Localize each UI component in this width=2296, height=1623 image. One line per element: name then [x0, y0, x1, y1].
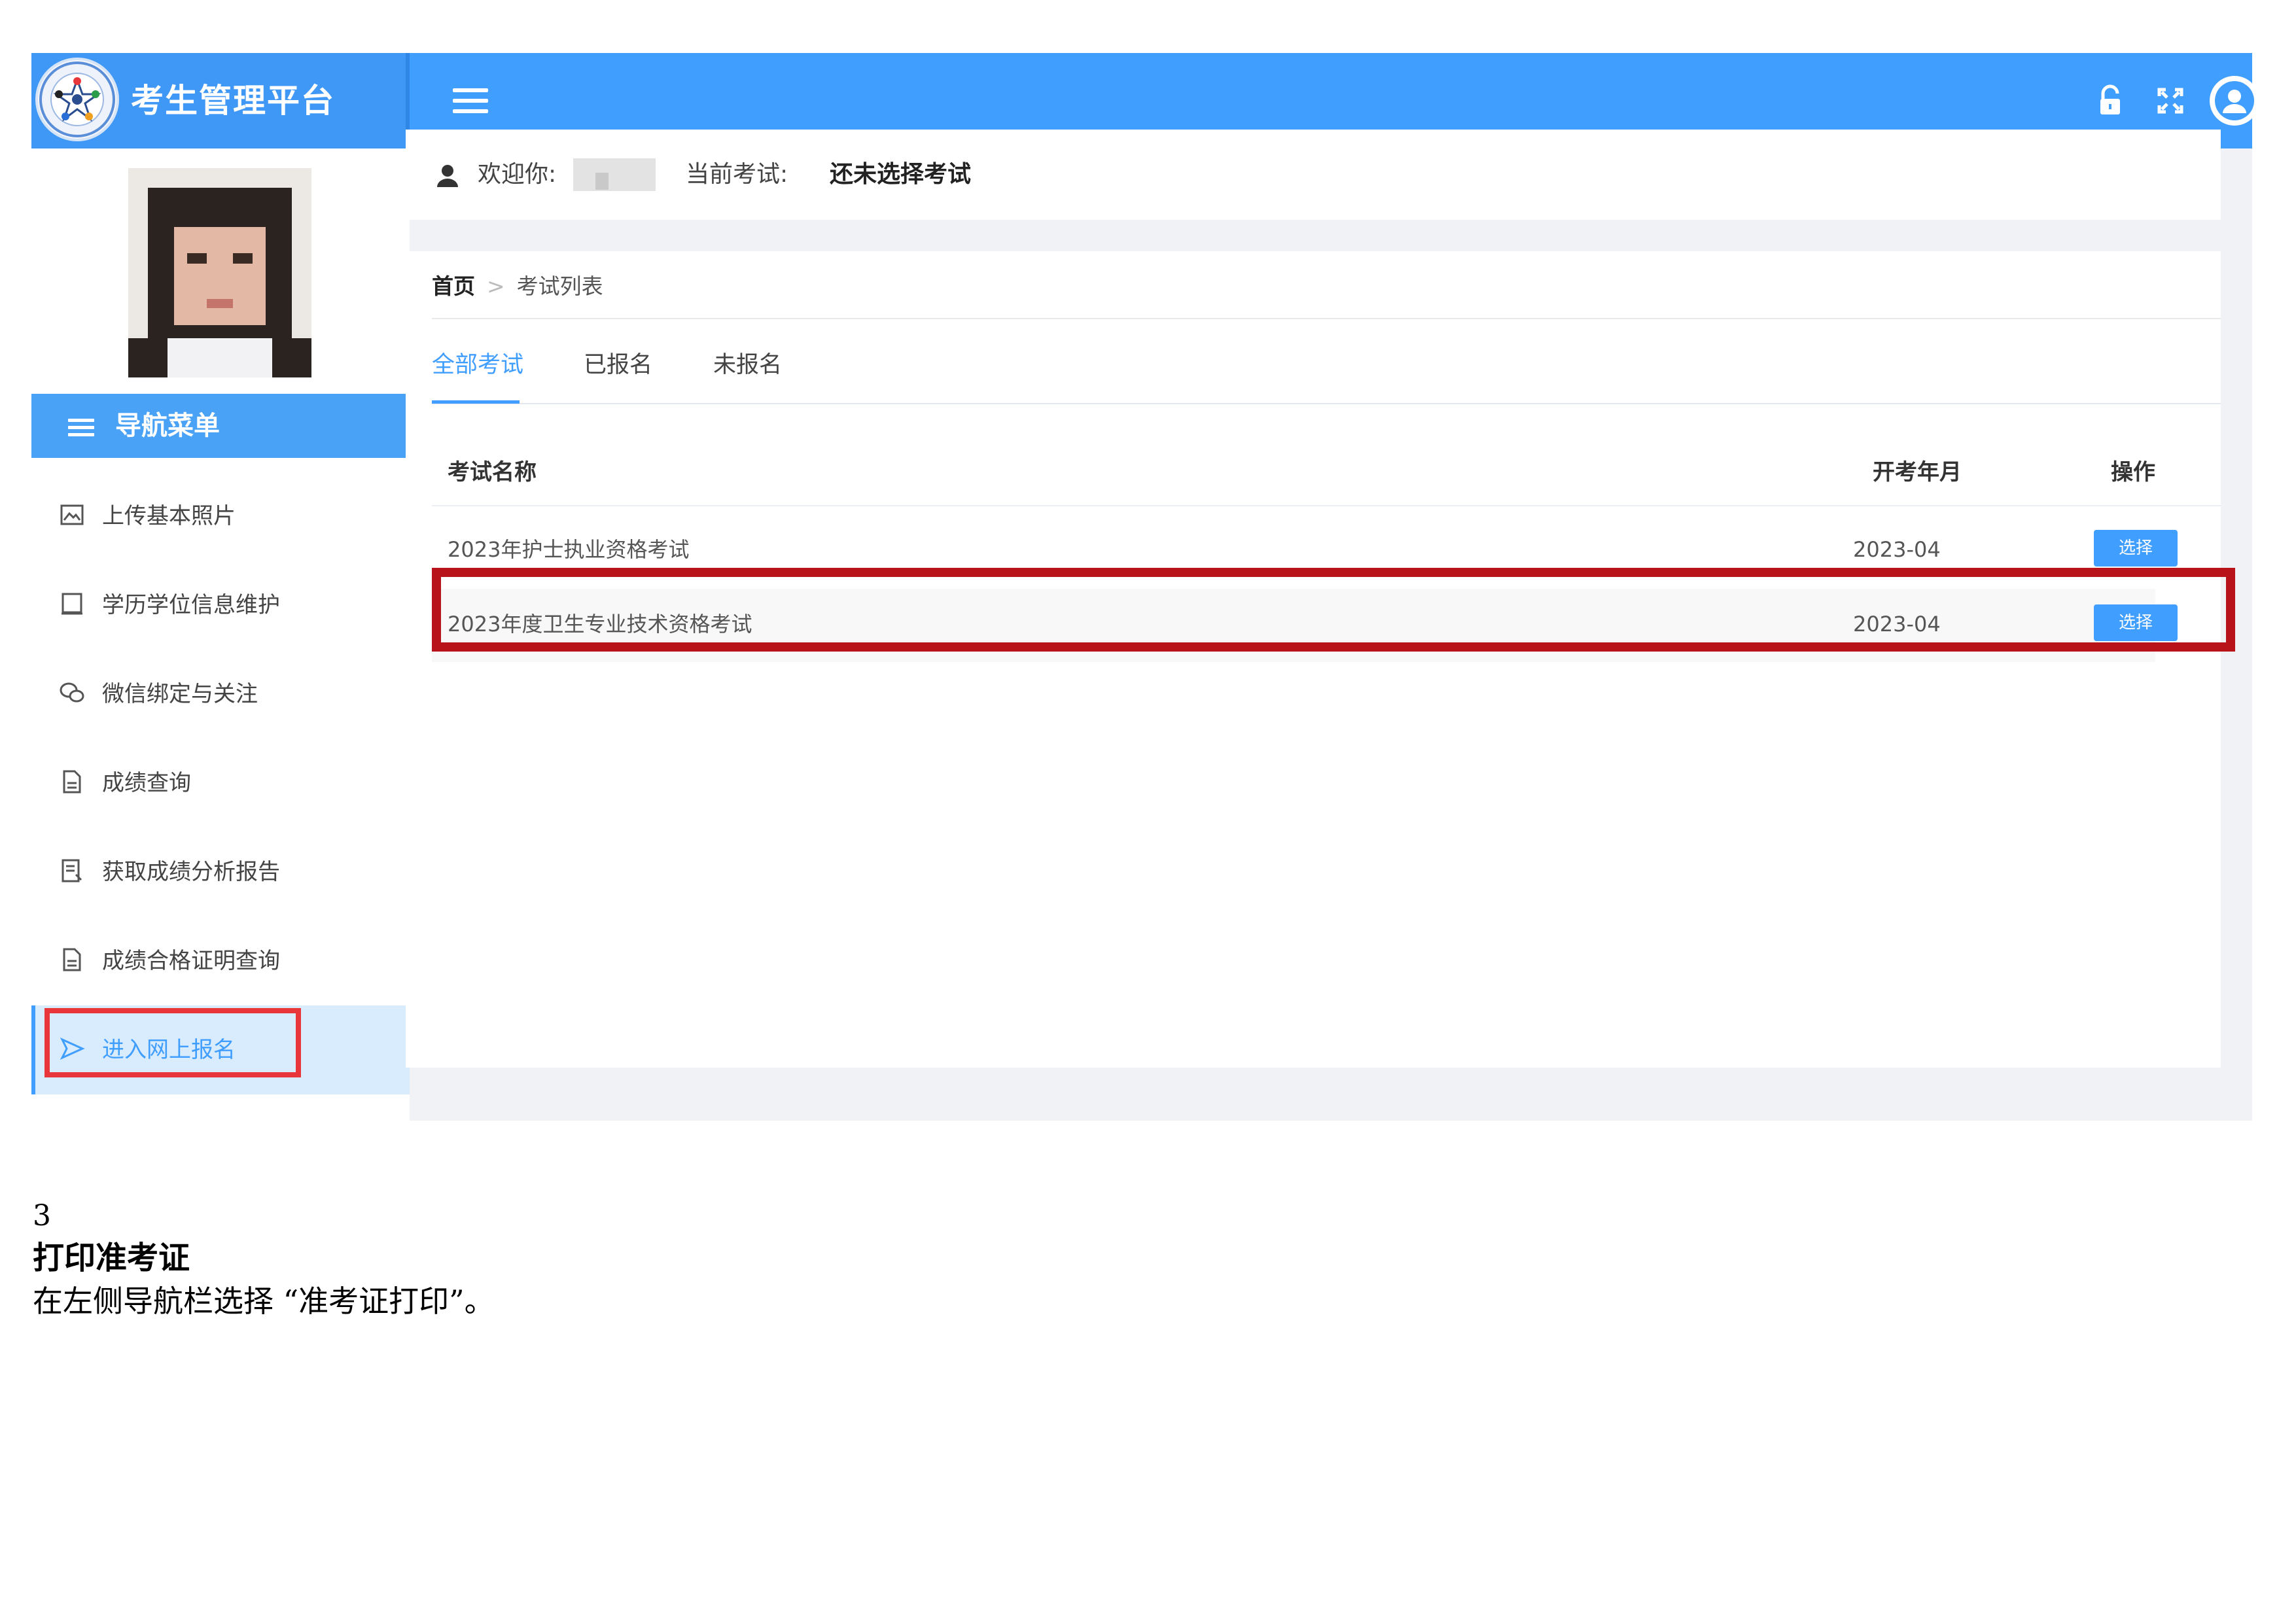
sidebar-item-label: 学历学位信息维护 [102, 592, 280, 618]
breadcrumb: 首页 > 考试列表 [432, 271, 603, 302]
logo-emblem-icon [35, 58, 119, 141]
breadcrumb-current: 考试列表 [516, 273, 603, 299]
exam-name: 2023年护士执业资格考试 [448, 537, 690, 562]
sidebar-item-wechat[interactable]: 微信绑定与关注 [31, 650, 410, 739]
exam-date: 2023-04 [1853, 612, 1941, 637]
fullscreen-icon[interactable] [2147, 78, 2193, 124]
current-exam-value: 还未选择考试 [830, 161, 972, 188]
sidebar-item-label: 获取成绩分析报告 [102, 859, 280, 885]
sidebar-item-score-report[interactable]: 获取成绩分析报告 [31, 828, 410, 916]
welcome-greeting: 欢迎你: [478, 161, 557, 188]
sidebar-item-online-registration[interactable]: 进入网上报名 [31, 1005, 410, 1094]
sidebar-item-label: 成绩合格证明查询 [102, 948, 280, 974]
active-indicator [31, 1005, 35, 1094]
active-tab-underline [432, 400, 520, 404]
username-redacted [573, 158, 656, 191]
send-icon [59, 1036, 85, 1062]
table-row: 2023年护士执业资格考试 2023-04 选择 [432, 514, 2178, 587]
breadcrumb-home[interactable]: 首页 [432, 273, 475, 299]
nav-menu-header: 导航菜单 [31, 394, 410, 458]
divider [432, 318, 2221, 319]
breadcrumb-separator-icon: > [487, 273, 505, 299]
book-icon [59, 591, 85, 617]
document-icon [59, 769, 85, 795]
column-header-date: 开考年月 [1873, 459, 1962, 485]
sidebar-item-label: 上传基本照片 [102, 503, 236, 529]
user-icon [434, 162, 461, 188]
divider [432, 505, 2221, 506]
list-icon [68, 415, 94, 437]
column-header-name: 考试名称 [448, 459, 537, 485]
tab-unregistered[interactable]: 未报名 [713, 349, 782, 381]
tab-all-exams[interactable]: 全部考试 [432, 349, 523, 381]
sidebar-item-label: 微信绑定与关注 [102, 681, 258, 707]
nav-menu-title: 导航菜单 [115, 411, 220, 441]
step-description: 在左侧导航栏选择 “准考证打印”。 [33, 1283, 495, 1319]
user-circle-icon[interactable] [2206, 73, 2263, 129]
exam-name: 2023年度卫生专业技术资格考试 [448, 612, 752, 637]
username-redacted-detail [595, 173, 609, 190]
welcome-bar: 欢迎你: 当前考试: 还未选择考试 [406, 130, 2221, 220]
document-icon [59, 947, 85, 973]
brand-area: 考生管理平台 [31, 53, 410, 148]
lock-icon[interactable] [2087, 78, 2133, 124]
wechat-icon [59, 680, 85, 706]
instruction-text: 3 打印准考证 在左侧导航栏选择 “准考证打印”。 [33, 1196, 495, 1323]
select-exam-button[interactable]: 选择 [2094, 604, 2178, 641]
tabs-divider [432, 403, 2221, 404]
step-heading: 打印准考证 [33, 1240, 190, 1276]
menu-toggle-icon[interactable] [448, 82, 493, 121]
app-title: 考生管理平台 [131, 82, 335, 120]
sidebar-item-certificate[interactable]: 成绩合格证明查询 [31, 916, 410, 1005]
sidebar: 导航菜单 上传基本照片 学历学位信息维护 微信绑定与关注 成绩查询 获取成绩分析… [31, 148, 410, 1121]
sidebar-item-score-query[interactable]: 成绩查询 [31, 739, 410, 828]
exam-date: 2023-04 [1853, 537, 1941, 562]
avatar [128, 168, 311, 377]
tab-registered[interactable]: 已报名 [584, 349, 652, 381]
step-number: 3 [33, 1199, 51, 1232]
sidebar-item-label: 进入网上报名 [102, 1037, 236, 1063]
sidebar-item-education[interactable]: 学历学位信息维护 [31, 561, 410, 650]
sidebar-item-upload-photo[interactable]: 上传基本照片 [31, 472, 410, 561]
table-header: 考试名称 开考年月 操作 [432, 441, 2221, 505]
select-exam-button[interactable]: 选择 [2094, 530, 2178, 567]
current-exam-label: 当前考试: [686, 161, 788, 188]
exam-list-panel: 首页 > 考试列表 全部考试 已报名 未报名 考试名称 开考年月 操作 2023年护… [406, 251, 2221, 1068]
image-icon [59, 502, 85, 528]
table-row: 2023年度卫生专业技术资格考试 2023-04 选择 [432, 589, 2178, 662]
column-header-action: 操作 [2111, 459, 2155, 485]
sidebar-item-label: 成绩查询 [102, 770, 191, 796]
report-icon [59, 858, 85, 884]
